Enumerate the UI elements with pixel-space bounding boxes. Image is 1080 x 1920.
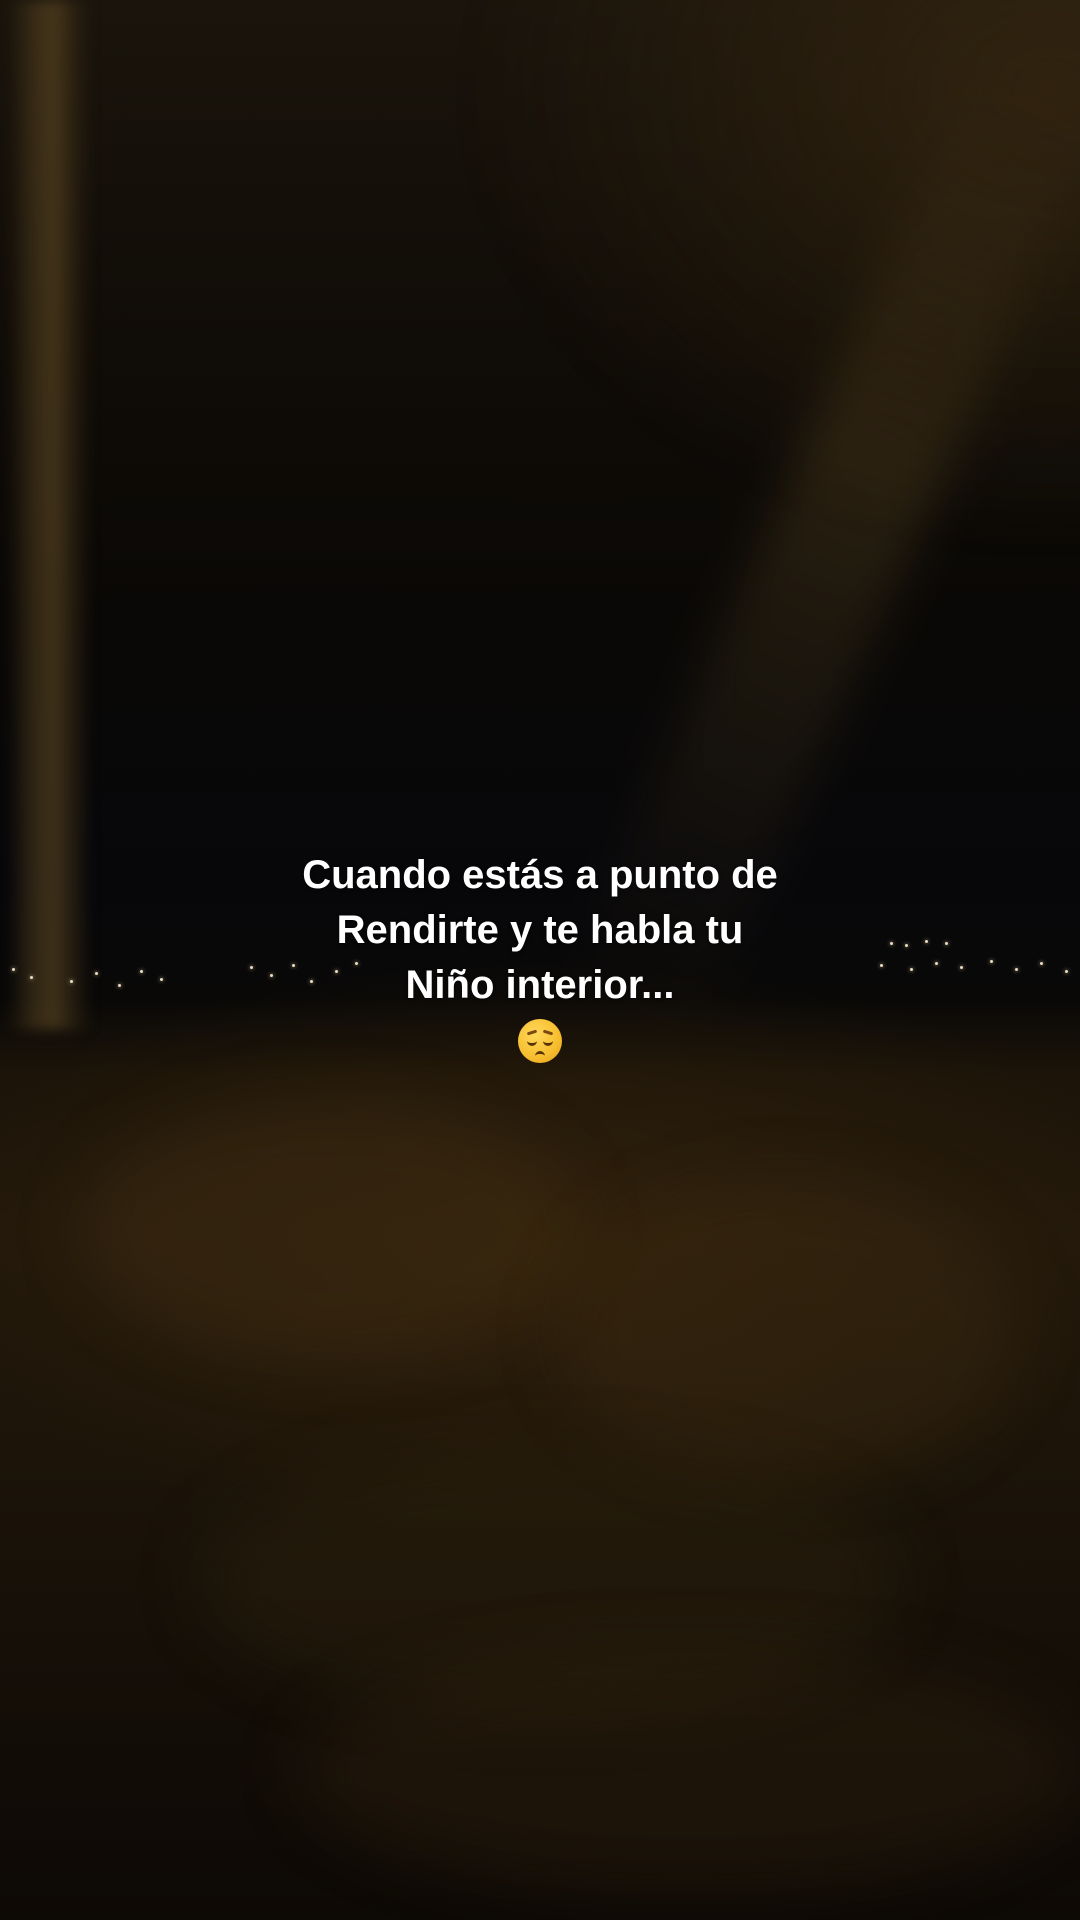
caption-line-2: Rendirte y te habla tu xyxy=(336,908,744,952)
video-frame: Cuando estás a punto de Rendirte y te ha… xyxy=(0,0,1080,1920)
pensive-face-icon xyxy=(518,1019,562,1063)
caption-line-1: Cuando estás a punto de xyxy=(302,853,778,897)
caption-line-3: Niño interior... xyxy=(405,963,675,1007)
ground-texture xyxy=(300,1650,1080,1890)
ground-texture xyxy=(80,1100,580,1360)
video-caption: Cuando estás a punto de Rendirte y te ha… xyxy=(0,848,1080,1078)
ground-texture xyxy=(560,1180,1020,1480)
